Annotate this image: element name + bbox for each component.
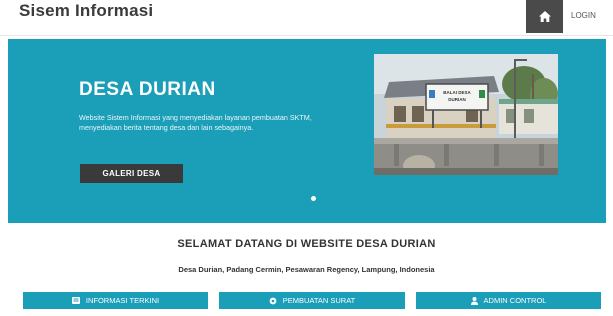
hero-banner: DESA DURIAN Website Sistem Informasi yan…	[8, 39, 606, 223]
user-icon	[470, 296, 478, 305]
login-link[interactable]: LOGIN	[571, 11, 596, 20]
home-icon	[538, 11, 551, 22]
admin-control-button[interactable]: ADMIN CONTROL	[416, 292, 601, 309]
galeri-desa-button[interactable]: GALERI DESA	[80, 164, 183, 183]
village-hall-photo: BALAI DESA DURIAN	[374, 54, 558, 175]
informasi-terkini-label: INFORMASI TERKINI	[85, 296, 160, 305]
photo-sign-text-2: DURIAN	[448, 97, 466, 102]
admin-control-label: ADMIN CONTROL	[483, 296, 547, 305]
gear-icon	[269, 297, 277, 305]
pembuatan-surat-button[interactable]: PEMBUATAN SURAT	[219, 292, 405, 309]
site-brand[interactable]: Sisem Informasi	[19, 1, 153, 21]
hero-title: DESA DURIAN	[79, 79, 216, 100]
photo-sign-text: BALAI DESA	[443, 90, 471, 95]
hero-description: Website Sistem Informasi yang menyediaka…	[79, 113, 312, 132]
location-text: Desa Durian, Padang Cermin, Pesawaran Re…	[178, 265, 435, 274]
pembuatan-surat-label: PEMBUATAN SURAT	[282, 296, 356, 305]
informasi-terkini-button[interactable]: INFORMASI TERKINI	[23, 292, 208, 309]
newspaper-icon	[71, 297, 80, 304]
home-button[interactable]	[526, 0, 563, 33]
top-navbar: Sisem Informasi LOGIN	[0, 0, 613, 36]
carousel-indicator[interactable]	[311, 196, 316, 201]
welcome-heading: SELAMAT DATANG DI WEBSITE DESA DURIAN	[177, 238, 436, 250]
